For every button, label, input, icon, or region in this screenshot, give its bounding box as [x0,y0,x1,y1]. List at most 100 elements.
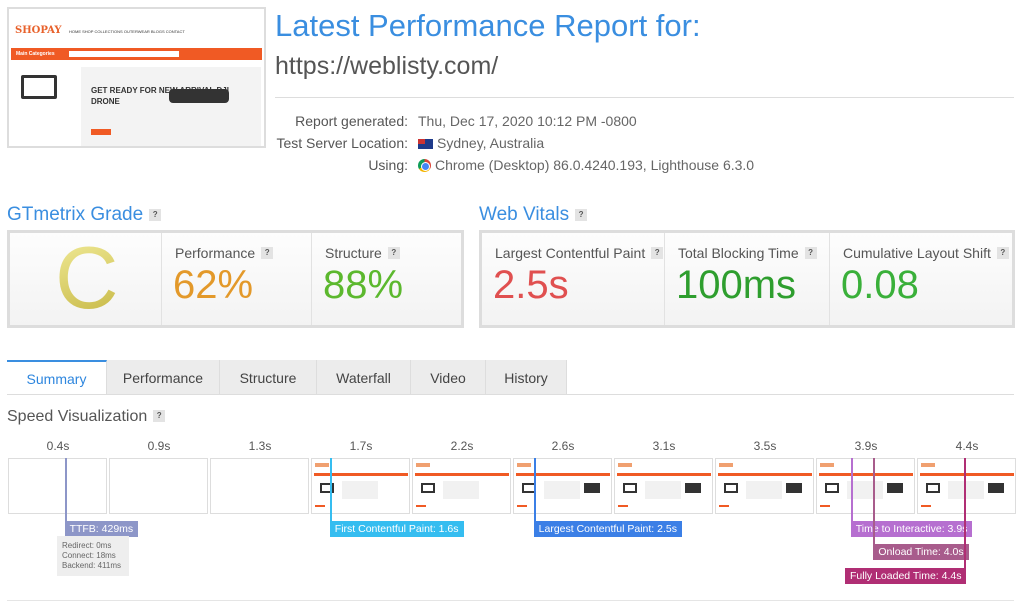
frame-laptop [320,483,334,493]
thumb-search [69,51,179,57]
cls-label: Cumulative Layout Shift [843,245,991,261]
grade-letter: C [55,228,119,327]
tab-history[interactable]: History [486,360,567,395]
frame-time-label: 4.4s [955,439,979,453]
marker-label: First Contentful Paint: 1.6s [329,521,464,537]
frame-time-label: 2.2s [450,439,474,453]
thumb-shop-button [91,129,111,135]
tab-summary[interactable]: Summary [7,360,107,395]
frame-image [685,483,701,493]
report-title: Latest Performance Report for: [275,8,701,43]
filmstrip-frame[interactable] [513,458,612,514]
frame-hero [443,481,479,499]
australia-flag-icon [418,139,433,149]
meta-value: Sydney, Australia [437,135,545,151]
filmstrip-frame[interactable] [109,458,208,514]
filmstrip-frame[interactable] [816,458,915,514]
frame-logo [921,463,935,467]
filmstrip-frame[interactable] [715,458,814,514]
help-icon[interactable]: ? [804,247,817,259]
tab-performance[interactable]: Performance [107,360,220,395]
frame-image [584,483,600,493]
marker-line [873,458,876,544]
divider [7,600,1014,601]
filmstrip-frame[interactable] [8,458,107,514]
marker-line [533,458,536,521]
help-icon[interactable]: ? [261,247,274,259]
frame-time-label: 3.9s [854,439,878,453]
frame-logo [719,463,733,467]
meta-label: Report generated: [295,113,408,129]
heading-text: Web Vitals [479,204,570,225]
tab-video[interactable]: Video [411,360,486,395]
frame-hero [645,481,681,499]
meta-label: Using: [368,157,408,173]
web-vitals-panel: Largest Contentful Paint? 2.5s Total Bloc… [479,230,1015,328]
lcp-cell: Largest Contentful Paint? 2.5s [482,233,665,325]
frame-laptop [421,483,435,493]
cls-value: 0.08 [841,263,919,307]
ttfb-details: Redirect: 0ms Connect: 18ms Backend: 411ms [57,536,129,576]
thumb-drone-image [169,89,229,103]
web-vitals-heading: Web Vitals? [479,204,588,226]
frame-time-label: 2.6s [551,439,575,453]
thumb-nav: HOME SHOP COLLECTIONS OUTERWEAR BLOGS CO… [69,29,185,34]
help-icon[interactable]: ? [575,209,588,221]
structure-cell: Structure? 88% [312,233,461,325]
frame-button [416,505,426,507]
frame-time-label: 1.3s [248,439,272,453]
help-icon[interactable]: ? [651,247,664,259]
help-icon[interactable]: ? [996,247,1009,259]
speed-visualization-heading: Speed Visualization? [7,408,166,426]
frame-time-label: 0.9s [147,439,171,453]
filmstrip-frame[interactable] [311,458,410,514]
meta-value: Chrome (Desktop) 86.0.4240.193, Lighthou… [435,157,755,173]
structure-score: 88% [323,263,404,307]
frame-button [921,505,931,507]
frame-hero [746,481,782,499]
tab-waterfall[interactable]: Waterfall [317,360,411,395]
frame-laptop [724,483,738,493]
frame-hero [342,481,378,499]
thumb-topbar [9,9,264,19]
thumb-logo: SHOPAY [15,25,62,36]
frame-logo [618,463,632,467]
marker-label: Fully Loaded Time: 4.4s [845,568,967,584]
filmstrip-frame[interactable] [917,458,1016,514]
tbt-value: 100ms [676,263,797,307]
filmstrip-frame[interactable] [412,458,511,514]
frame-time-label: 1.7s [349,439,373,453]
lcp-label: Largest Contentful Paint [495,245,646,261]
filmstrip-frame[interactable] [210,458,309,514]
marker-label: Largest Contentful Paint: 2.5s [533,521,682,537]
cls-cell: Cumulative Layout Shift? 0.08 [830,233,1012,325]
thumb-category-label: Main Categories [16,51,55,57]
tbt-cell: Total Blocking Time? 100ms [665,233,830,325]
marker-line [329,458,332,521]
performance-score: 62% [173,263,254,307]
help-icon[interactable]: ? [149,209,162,221]
frame-button [820,505,830,507]
heading-text: Speed Visualization [7,408,148,425]
thumb-hero: GET READY FOR NEW ARRIVAL DJI DRONE [81,67,261,146]
structure-label: Structure [325,245,382,261]
tab-structure[interactable]: Structure [220,360,317,395]
frame-image [887,483,903,493]
report-url[interactable]: https://weblisty.com/ [275,52,498,81]
chrome-icon [418,159,431,172]
frame-time-label: 3.1s [652,439,676,453]
meta-using: Using: Chrome (Desktop) 86.0.4240.193, Li… [275,157,754,173]
page-screenshot-thumbnail: SHOPAY HOME SHOP COLLECTIONS OUTERWEAR B… [7,7,266,148]
meta-value: Thu, Dec 17, 2020 10:12 PM -0800 [418,113,637,129]
frame-bar [718,473,812,476]
performance-label: Performance [175,245,256,261]
thumb-laptop-image [21,75,57,99]
filmstrip-frame[interactable] [614,458,713,514]
meta-report-generated: Report generated: Thu, Dec 17, 2020 10:12… [275,113,637,129]
help-icon[interactable]: ? [153,410,166,422]
frame-logo [517,463,531,467]
report-tabs: Summary Performance Structure Waterfall … [7,360,567,395]
meta-label: Test Server Location: [276,135,408,151]
gtmetrix-grade-heading: GTmetrix Grade? [7,204,162,226]
help-icon[interactable]: ? [387,247,400,259]
